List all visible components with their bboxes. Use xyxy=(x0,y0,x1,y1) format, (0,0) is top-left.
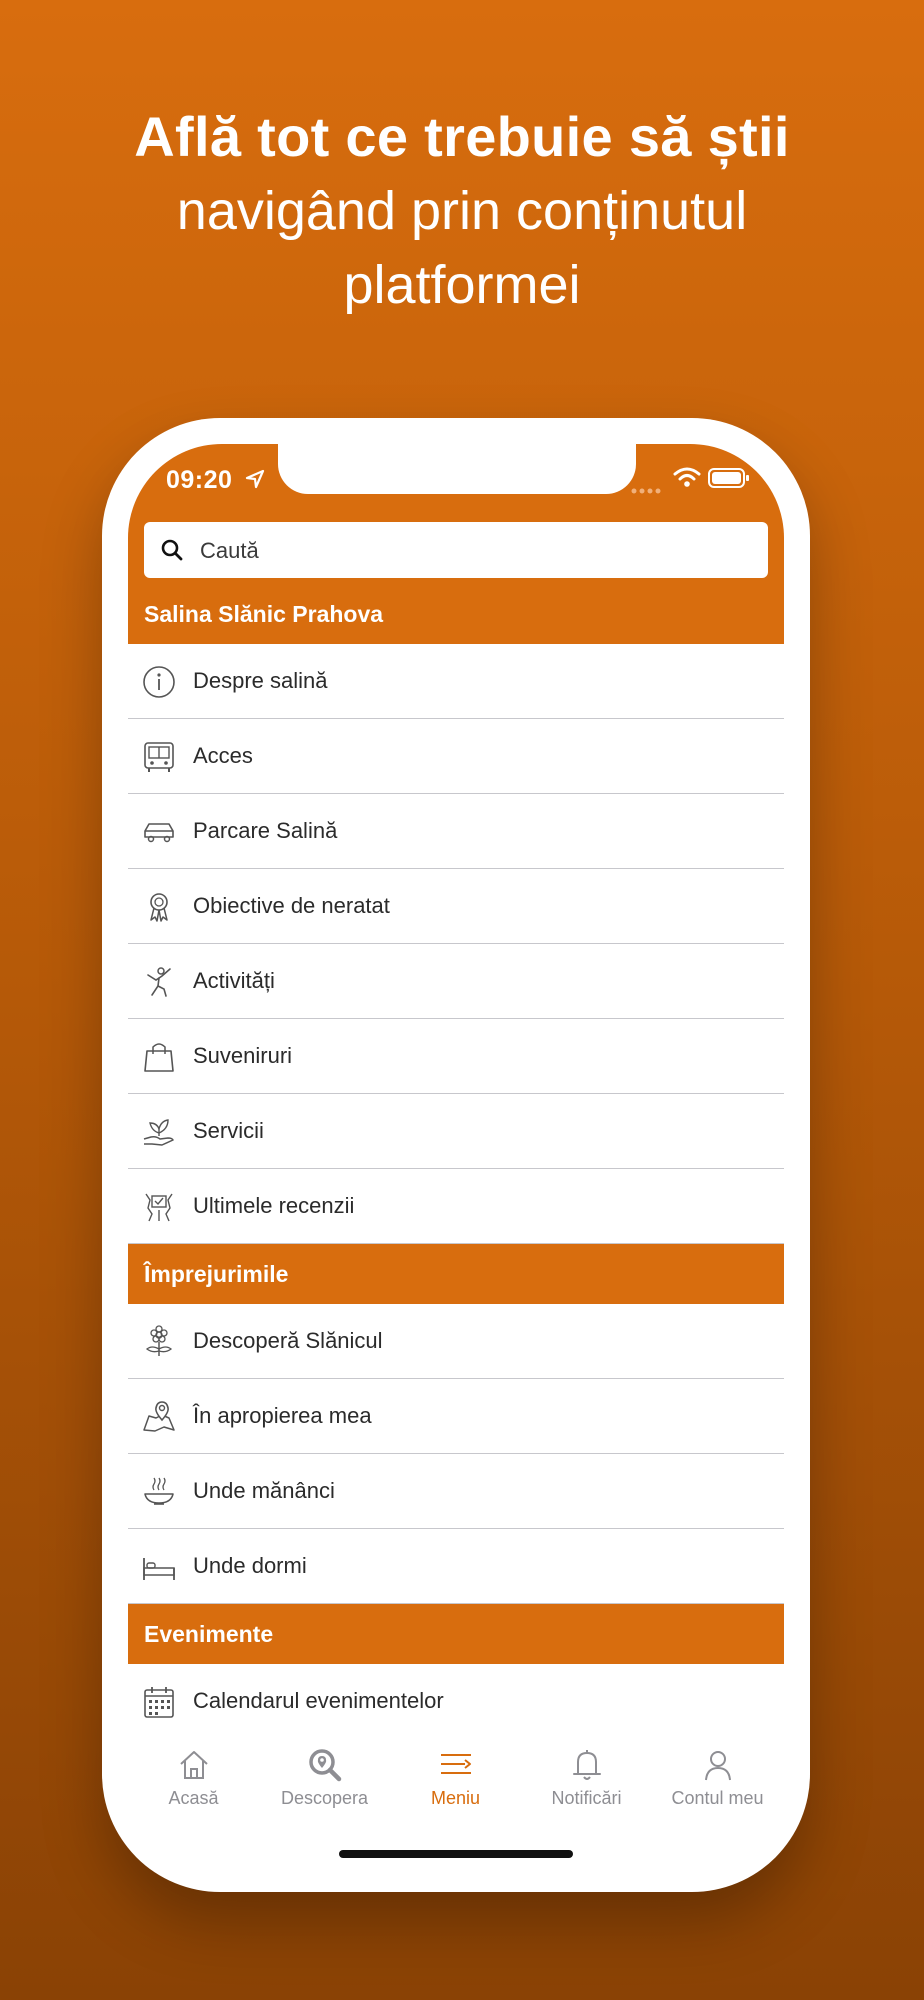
section-header-salina: Salina Slănic Prahova xyxy=(128,584,784,644)
menu-item-label: Unde mănânci xyxy=(193,1478,335,1503)
headline: Află tot ce trebuie să știi navigând pri… xyxy=(0,100,924,322)
map-pin-icon xyxy=(142,1400,176,1434)
menu-item-label: Suveniruri xyxy=(193,1043,293,1068)
user-icon xyxy=(704,1751,731,1781)
menu-item-label: Calendarul evenimentelor xyxy=(193,1688,444,1713)
menu-item-recenzii[interactable]: Ultimele recenzii xyxy=(128,1169,784,1244)
tab-meniu[interactable]: Meniu xyxy=(390,1748,521,1809)
menu-item-label: Obiective de neratat xyxy=(193,893,390,918)
menu-item-label: Ultimele recenzii xyxy=(193,1193,355,1218)
home-icon xyxy=(179,1751,208,1779)
menu-item-label: Parcare Salină xyxy=(193,818,338,843)
calendar-icon xyxy=(142,1685,176,1719)
tab-bar: Acasă Descopera Meniu Notificări Contul … xyxy=(128,1736,784,1864)
menu-icon xyxy=(440,1754,471,1774)
search-icon xyxy=(160,538,184,567)
status-bar: 09:20 Caută xyxy=(128,444,784,584)
bed-icon xyxy=(142,1550,176,1584)
award-ribbon-icon xyxy=(142,890,176,924)
menu-item-despre-salina[interactable]: Despre salină xyxy=(128,644,784,719)
location-arrow-icon xyxy=(244,468,266,495)
menu-item-unde-manacni[interactable]: Unde mănânci xyxy=(128,1454,784,1529)
menu-item-obiective[interactable]: Obiective de neratat xyxy=(128,869,784,944)
tab-contul-meu[interactable]: Contul meu xyxy=(652,1748,783,1809)
menu-item-label: Acces xyxy=(193,743,253,768)
menu-item-unde-dormi[interactable]: Unde dormi xyxy=(128,1529,784,1604)
tab-notificari[interactable]: Notificări xyxy=(521,1748,652,1809)
menu-item-acces[interactable]: Acces xyxy=(128,719,784,794)
menu-item-parcare[interactable]: Parcare Salină xyxy=(128,794,784,869)
review-icon xyxy=(142,1190,176,1224)
menu-item-servicii[interactable]: Servicii xyxy=(128,1094,784,1169)
notch xyxy=(278,444,636,494)
headline-line-2: navigând prin conținutul xyxy=(176,181,748,241)
tab-label: Meniu xyxy=(430,1788,481,1808)
info-icon xyxy=(142,665,176,699)
headline-line-1: Află tot ce trebuie să știi xyxy=(134,105,790,168)
tab-label: Contul meu xyxy=(671,1788,764,1808)
discover-search-icon xyxy=(308,1749,341,1782)
shopping-bag-icon xyxy=(142,1040,176,1074)
menu-item-label: Servicii xyxy=(193,1118,264,1143)
menu-list: Salina Slănic Prahova Despre salină Acce… xyxy=(128,584,784,1739)
menu-item-label: Unde dormi xyxy=(193,1553,307,1578)
status-time: 09:20 xyxy=(166,466,233,494)
menu-item-label: Activități xyxy=(193,968,275,993)
menu-item-descopera-slanicul[interactable]: Descoperă Slănicul xyxy=(128,1304,784,1379)
tab-label: Notificări xyxy=(551,1788,622,1808)
tab-label: Descopera xyxy=(280,1788,369,1808)
search-input[interactable]: Caută xyxy=(144,522,768,578)
bus-icon xyxy=(142,740,176,774)
food-bowl-icon xyxy=(142,1475,176,1509)
flower-icon xyxy=(142,1325,176,1359)
menu-item-label: În apropierea mea xyxy=(193,1403,372,1428)
section-header-evenimente: Evenimente xyxy=(128,1604,784,1664)
tab-acasa[interactable]: Acasă xyxy=(128,1748,259,1809)
tab-label: Acasă xyxy=(168,1788,219,1808)
headline-line-3: platformei xyxy=(343,255,581,315)
phone-screen: 09:20 Caută Salina Slănic Prahova Despre… xyxy=(128,444,784,1864)
menu-item-label: Despre salină xyxy=(193,668,328,693)
menu-item-activitati[interactable]: Activități xyxy=(128,944,784,1019)
bell-icon xyxy=(572,1750,601,1780)
menu-item-suveniruri[interactable]: Suveniruri xyxy=(128,1019,784,1094)
home-indicator[interactable] xyxy=(339,1850,573,1858)
wifi-icon xyxy=(673,466,701,493)
activity-person-icon xyxy=(142,965,176,999)
section-header-imprejurimile: Împrejurimile xyxy=(128,1244,784,1304)
menu-item-calendar[interactable]: Calendarul evenimentelor xyxy=(128,1664,784,1739)
battery-icon xyxy=(708,468,750,493)
signal-icon xyxy=(631,482,663,500)
tab-descopera[interactable]: Descopera xyxy=(259,1748,390,1809)
search-placeholder: Caută xyxy=(200,538,259,563)
hand-plant-icon xyxy=(142,1115,176,1149)
car-icon xyxy=(142,815,176,849)
menu-item-label: Descoperă Slănicul xyxy=(193,1328,383,1353)
menu-item-in-apropiere[interactable]: În apropierea mea xyxy=(128,1379,784,1454)
